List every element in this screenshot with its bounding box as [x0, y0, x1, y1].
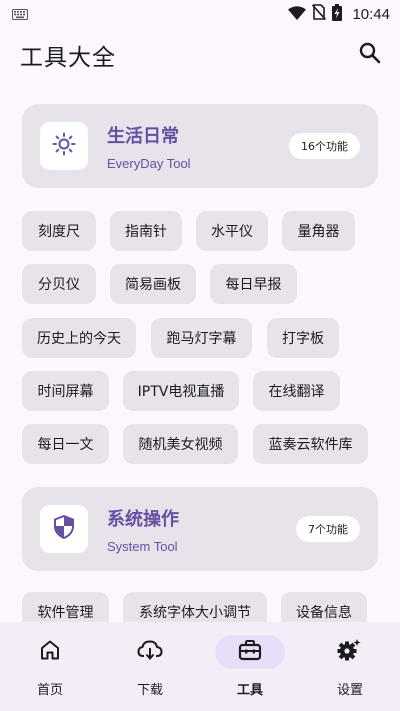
nav-item-settings[interactable]: 设置	[300, 622, 400, 711]
status-bar: 10:44	[0, 0, 400, 28]
tool-chip-today-in-history[interactable]: 历史上的今天	[22, 318, 136, 358]
tool-chip-random-video[interactable]: 随机美女视频	[123, 424, 238, 464]
section-icon-box	[40, 122, 88, 170]
section-subtitle: EveryDay Tool	[107, 155, 191, 171]
tool-chip-translate[interactable]: 在线翻译	[253, 371, 340, 411]
tool-chip-iptv[interactable]: IPTV电视直播	[123, 371, 239, 411]
section-card-everyday[interactable]: 生活日常 EveryDay Tool 16个功能	[22, 104, 378, 188]
tool-list[interactable]: 生活日常 EveryDay Tool 16个功能 刻度尺 指南针 水平仪 量角器…	[0, 82, 400, 622]
section-icon-box	[40, 505, 88, 553]
tool-chip-app-manager[interactable]: 软件管理	[22, 592, 109, 622]
tool-chip-lanzou-library[interactable]: 蓝奏云软件库	[253, 424, 368, 464]
sun-icon	[52, 132, 76, 160]
tool-chip-compass[interactable]: 指南针	[110, 211, 182, 251]
nav-indicator	[15, 635, 85, 669]
bottom-navigation: 首页 下载 工具 设置	[0, 622, 400, 711]
tool-chip-decibel-meter[interactable]: 分贝仪	[22, 264, 96, 304]
search-button[interactable]	[350, 35, 390, 75]
keyboard-icon	[12, 5, 28, 24]
wifi-icon	[288, 5, 307, 24]
tool-chip-protractor[interactable]: 量角器	[282, 211, 355, 251]
home-icon	[39, 639, 61, 665]
battery-charging-icon	[332, 3, 343, 25]
nav-label: 设置	[336, 683, 363, 698]
search-icon	[359, 42, 381, 68]
tool-chip-ruler[interactable]: 刻度尺	[22, 211, 96, 251]
tool-chip-time-screen[interactable]: 时间屏幕	[22, 371, 109, 411]
tool-chip-daily-news[interactable]: 每日早报	[210, 264, 297, 304]
nav-item-download[interactable]: 下载	[100, 622, 200, 711]
tool-chip-typing-board[interactable]: 打字板	[267, 318, 339, 358]
shield-icon	[53, 514, 75, 543]
section-subtitle: System Tool	[107, 538, 178, 554]
nav-item-tools[interactable]: 工具	[200, 622, 300, 711]
section-card-system[interactable]: 系统操作 System Tool 7个功能	[22, 487, 378, 571]
tool-chip-device-info[interactable]: 设备信息	[281, 592, 367, 622]
app-bar: 工具大全	[0, 28, 400, 82]
no-sim-icon	[312, 4, 327, 24]
tool-chip-daily-article[interactable]: 每日一文	[22, 424, 109, 464]
count-badge: 16个功能	[289, 133, 360, 159]
tool-chip-level[interactable]: 水平仪	[196, 211, 268, 251]
tool-chip-drawing-board[interactable]: 简易画板	[110, 264, 196, 304]
tool-chip-marquee[interactable]: 跑马灯字幕	[151, 318, 252, 358]
nav-item-home[interactable]: 首页	[0, 622, 100, 711]
nav-label: 首页	[36, 683, 63, 698]
nav-indicator	[315, 635, 385, 669]
nav-label: 下载	[136, 683, 163, 698]
nav-label: 工具	[236, 683, 263, 698]
section-title: 生活日常	[107, 125, 179, 147]
page-title: 工具大全	[20, 45, 116, 71]
cloud-download-icon	[137, 639, 163, 665]
section-title: 系统操作	[107, 508, 179, 530]
toolbox-icon	[238, 639, 262, 665]
status-time: 10:44	[352, 5, 390, 23]
nav-indicator	[115, 635, 185, 669]
nav-indicator	[215, 635, 285, 669]
count-badge: 7个功能	[296, 516, 360, 542]
tool-chip-font-size[interactable]: 系统字体大小调节	[123, 592, 267, 622]
settings-icon	[337, 638, 363, 666]
